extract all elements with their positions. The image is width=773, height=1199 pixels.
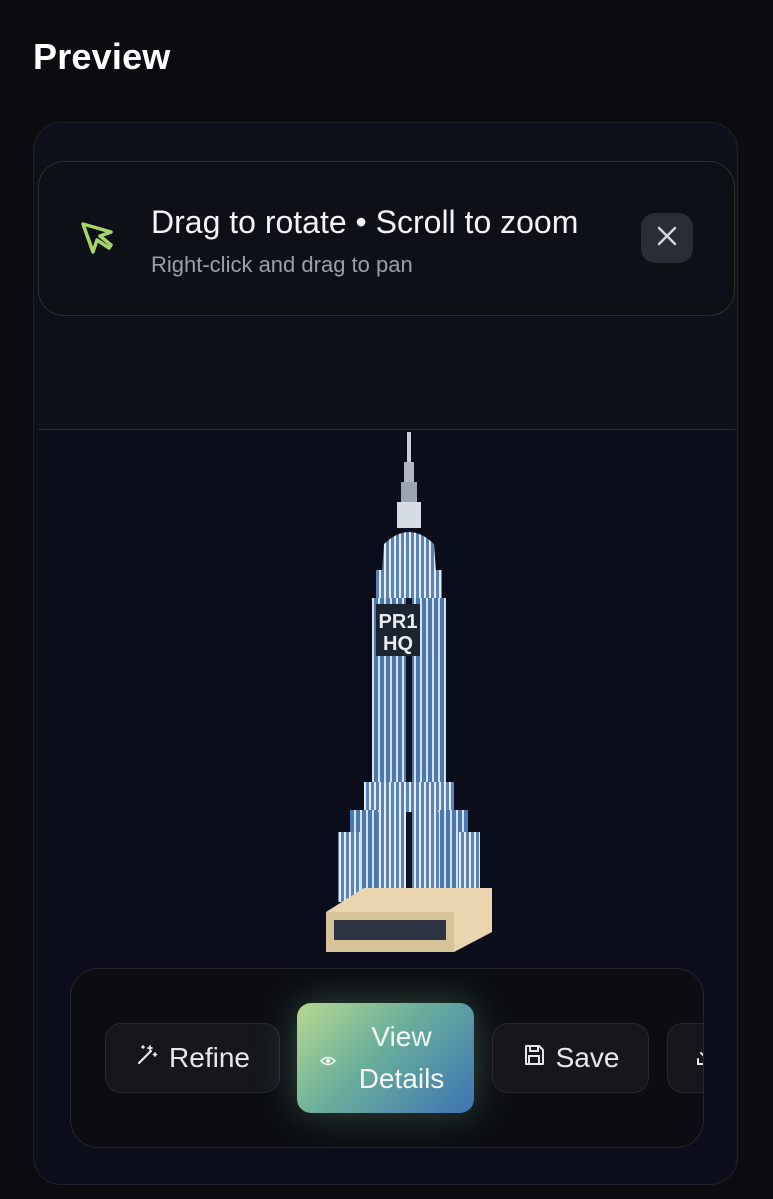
preview-card: Drag to rotate • Scroll to zoom Right-cl… xyxy=(33,122,738,1185)
action-toolbar: Refine View Details Save xyxy=(70,968,704,1148)
cursor-arrow-icon xyxy=(77,218,117,258)
hint-title: Drag to rotate • Scroll to zoom xyxy=(151,204,579,240)
view-details-label: View Details xyxy=(358,1021,445,1094)
magic-wand-icon xyxy=(135,1042,159,1074)
close-hint-button[interactable] xyxy=(641,213,693,263)
floppy-disk-icon xyxy=(522,1042,546,1074)
save-button[interactable]: Save xyxy=(492,1023,649,1093)
building-model: PR1 HQ xyxy=(326,432,492,952)
hint-subtitle: Right-click and drag to pan xyxy=(151,252,413,277)
page-title: Preview xyxy=(33,36,171,77)
sign-line1: PR1 xyxy=(379,611,418,633)
sign-line2: HQ xyxy=(383,633,413,655)
eye-icon xyxy=(319,1037,336,1079)
download-icon xyxy=(694,1042,703,1074)
view-details-button[interactable]: View Details xyxy=(297,1003,474,1113)
refine-label: Refine xyxy=(169,1042,250,1073)
close-icon xyxy=(656,225,678,252)
interaction-hint: Drag to rotate • Scroll to zoom Right-cl… xyxy=(38,161,735,316)
refine-button[interactable]: Refine xyxy=(105,1023,280,1093)
export-button[interactable]: E xyxy=(667,1023,703,1093)
save-label: Save xyxy=(555,1042,620,1073)
